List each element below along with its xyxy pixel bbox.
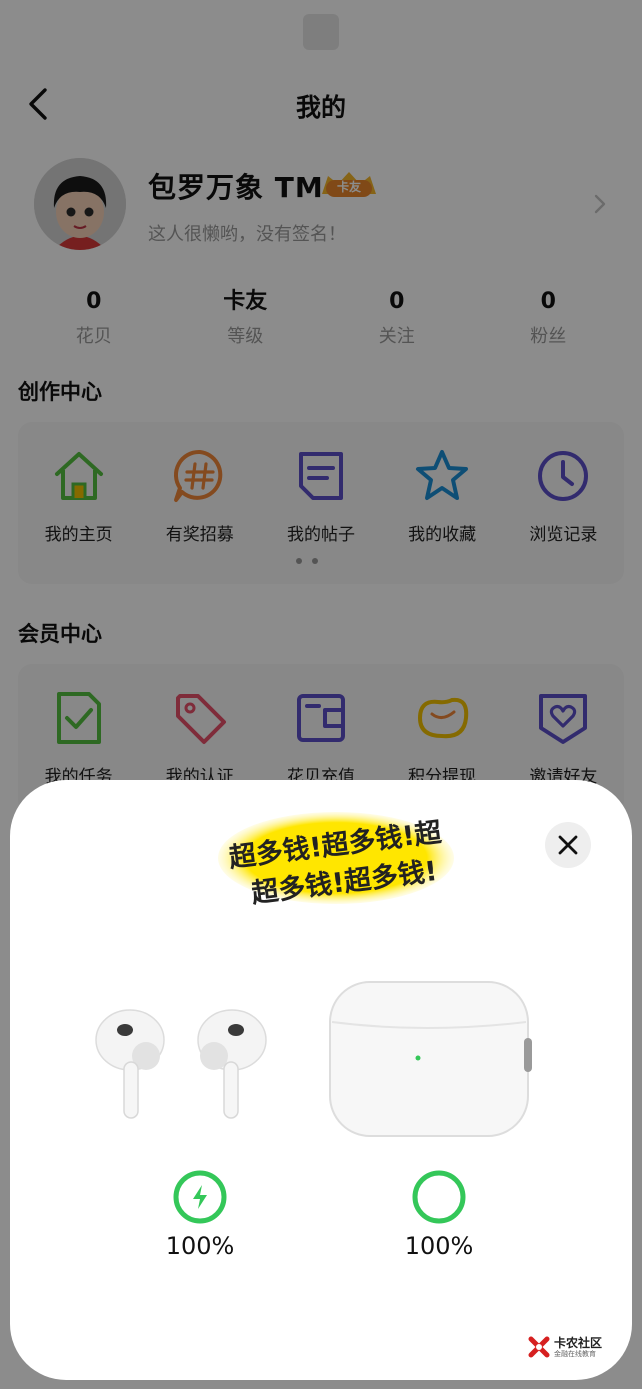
kanong-logo-icon — [528, 1336, 550, 1358]
watermark-brand: 卡农社区 — [554, 1335, 603, 1350]
earbuds-battery-percent: 100% — [165, 1232, 235, 1260]
watermark-text: 卡农社区 金融在线教育 — [554, 1336, 602, 1359]
watermark: 卡农社区 金融在线教育 — [528, 1332, 620, 1362]
earbuds-battery-charging-icon — [173, 1170, 227, 1224]
airpods-popup: 超多钱!超多钱!超 超多钱!超多钱! 100% 100% 卡农社区 金融在线教育 — [10, 780, 632, 1380]
close-button[interactable] — [545, 822, 591, 868]
case-battery-ring-icon — [412, 1170, 466, 1224]
close-icon — [558, 835, 578, 855]
watermark-tagline: 金融在线教育 — [554, 1349, 596, 1358]
promo-banner: 超多钱!超多钱!超 超多钱!超多钱! — [218, 812, 454, 908]
charging-case-image — [329, 981, 532, 1137]
earbuds-image — [95, 1009, 267, 1119]
case-battery-percent: 100% — [404, 1232, 474, 1260]
